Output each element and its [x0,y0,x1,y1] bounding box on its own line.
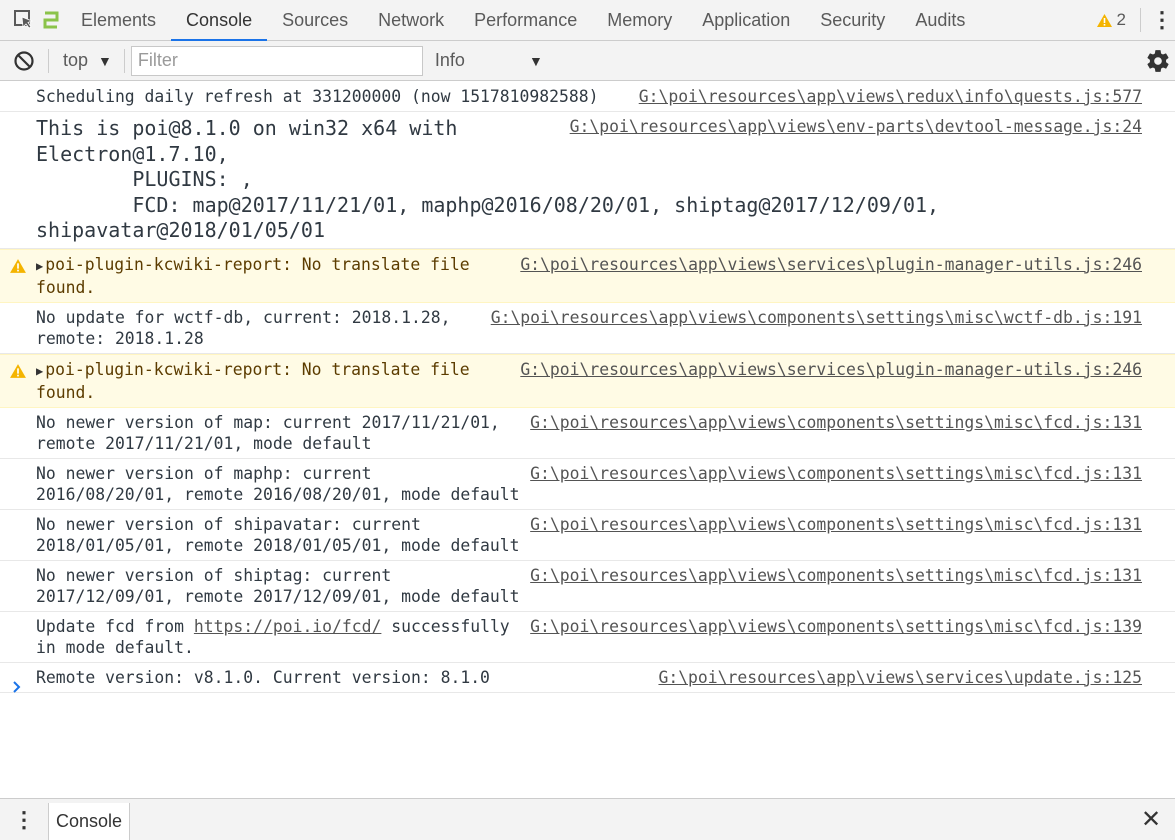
message-text: Scheduling daily refresh at 331200000 (n… [36,87,599,106]
drawer-tab-console[interactable]: Console [48,803,131,840]
source-link[interactable]: G:\poi\resources\app\views\components\se… [530,463,1142,484]
message-text: poi-plugin-kcwiki-report: No translate f… [36,359,470,402]
source-link[interactable]: G:\poi\resources\app\views\components\se… [491,307,1142,328]
console-message: G:\poi\resources\app\views\components\se… [0,408,1175,459]
tab-performance[interactable]: Performance [459,0,592,40]
divider [48,48,49,73]
filter-input[interactable] [130,45,423,76]
expand-triangle-icon[interactable]: ▶ [36,364,43,378]
warning-icon [1096,13,1112,27]
tab-label: Sources [282,9,349,30]
context-value: top [63,50,89,70]
tab-memory[interactable]: Memory [592,0,687,40]
console-messages: G:\poi\resources\app\views\redux\info\qu… [0,82,1175,693]
device-toolbar-icon[interactable] [38,0,66,40]
source-link[interactable]: G:\poi\resources\app\views\components\se… [530,616,1142,637]
message-text: Update fcd from https://poi.io/fcd/ succ… [36,617,510,657]
drawer-tab-label: Console [56,811,123,831]
divider [1140,8,1141,32]
expand-triangle-icon[interactable]: ▶ [36,259,43,273]
message-text: No newer version of maphp: current 2016/… [36,463,520,504]
console-message: G:\poi\resources\app\views\env-parts\dev… [0,112,1175,249]
tab-label: Performance [474,9,578,30]
console-message: G:\poi\resources\app\views\components\se… [0,561,1175,612]
context-selector[interactable]: top ▼ [53,50,122,71]
log-level-value: Info [434,50,465,70]
dropdown-arrow-icon: ▼ [98,52,112,69]
console-toolbar: top ▼ Info ▼ [0,41,1175,81]
tab-network[interactable]: Network [363,0,459,40]
warning-counter[interactable]: 2 [1090,10,1132,30]
source-link[interactable]: G:\poi\resources\app\views\components\se… [530,412,1142,433]
console-settings-icon[interactable] [1145,48,1171,74]
console-message: G:\poi\resources\app\views\components\se… [0,303,1175,354]
tab-elements[interactable]: Elements [66,0,171,40]
message-text: No update for wctf-db, current: 2018.1.2… [36,307,451,348]
console-prompt[interactable] [0,672,1175,702]
tab-label: Audits [915,9,966,30]
tab-label: Memory [607,9,673,30]
more-options-icon[interactable]: ⋮ [1149,7,1175,33]
console-message: G:\poi\resources\app\views\components\se… [0,510,1175,561]
message-text: No newer version of shiptag: current 201… [36,565,520,606]
message-text: No newer version of map: current 2017/11… [36,412,500,453]
source-link[interactable]: G:\poi\resources\app\views\env-parts\dev… [570,116,1142,137]
console-message: G:\poi\resources\app\views\components\se… [0,612,1175,663]
dropdown-arrow-icon: ▼ [529,52,543,69]
warning-count: 2 [1116,10,1126,29]
source-link[interactable]: G:\poi\resources\app\views\services\plug… [520,359,1142,380]
warning-icon [10,258,26,273]
tab-label: Console [186,9,253,30]
console-message: G:\poi\resources\app\views\redux\info\qu… [0,82,1175,112]
tab-audits[interactable]: Audits [900,0,980,40]
source-link[interactable]: G:\poi\resources\app\views\components\se… [530,514,1142,535]
tab-console[interactable]: Console [171,0,268,41]
fcd-url-link[interactable]: https://poi.io/fcd/ [194,617,382,636]
console-warning: G:\poi\resources\app\views\services\plug… [0,248,1175,303]
close-drawer-icon[interactable]: ✕ [1127,799,1175,840]
warning-icon [10,363,26,378]
message-text: No newer version of shipavatar: current … [36,514,520,555]
source-link[interactable]: G:\poi\resources\app\views\components\se… [530,565,1142,586]
tab-label: Application [702,9,791,30]
clear-console-icon[interactable] [0,50,48,72]
source-link[interactable]: G:\poi\resources\app\views\services\plug… [520,254,1142,275]
drawer-bar: ⋮ Console ✕ [0,798,1175,840]
message-text-before: Update fcd from [36,616,194,636]
tab-security[interactable]: Security [805,0,900,40]
devtools-tabbar: Elements Console Sources Network Perform… [0,0,1175,41]
drawer-menu-icon[interactable]: ⋮ [0,799,48,840]
source-link[interactable]: G:\poi\resources\app\views\redux\info\qu… [639,86,1142,107]
inspect-element-icon[interactable] [10,0,38,40]
tab-sources[interactable]: Sources [267,0,363,40]
tab-label: Elements [81,9,157,30]
message-text: poi-plugin-kcwiki-report: No translate f… [36,254,470,297]
tab-application[interactable]: Application [687,0,805,40]
console-warning: G:\poi\resources\app\views\services\plug… [0,353,1175,408]
tabbar-right: 2 ⋮ [1090,0,1175,40]
log-level-selector[interactable]: Info ▼ [429,50,549,71]
tab-label: Security [820,9,886,30]
tab-label: Network [378,9,445,30]
divider [123,48,125,73]
console-message: G:\poi\resources\app\views\components\se… [0,459,1175,510]
prompt-chevron-icon [13,681,21,693]
